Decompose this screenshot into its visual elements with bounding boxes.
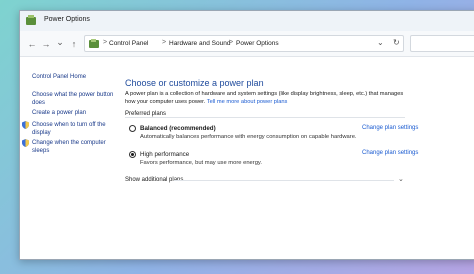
breadcrumb-separator: > [229,39,234,46]
plan-description-balanced: Automatically balances performance with … [140,134,357,140]
divider [125,117,405,118]
window-title: Power Options [44,16,90,23]
breadcrumb-power-options[interactable]: Power Options [236,40,279,47]
plan-description-high-performance: Favors performance, but may use more ene… [140,160,263,166]
shield-icon [22,139,29,147]
address-bar[interactable]: > Control Panel > Hardware and Sound > P… [84,35,404,52]
plan-name-high-performance[interactable]: High performance [140,151,189,158]
main-content: Choose or customize a power plan A power… [116,58,474,259]
sidebar-item-create-plan[interactable]: Create a power plan [32,109,86,117]
sidebar-item-power-button[interactable]: Choose what the power button does [32,91,114,107]
forward-icon[interactable]: → [40,38,52,50]
sidebar-item-turn-off-display[interactable]: Choose when to turn off the display [32,121,114,137]
back-icon[interactable]: ← [26,38,38,50]
divider [174,180,394,181]
breadcrumb-separator: > [103,39,108,46]
navigation-bar: ← → ⌄ ↑ > Control Panel > Hardware and S… [20,31,474,57]
sidebar: Control Panel Home Choose what the power… [20,58,116,259]
high-performance-radio[interactable] [129,151,136,158]
balanced-radio[interactable] [129,125,136,132]
breadcrumb-separator: > [162,39,167,46]
page-title: Choose or customize a power plan [125,78,264,88]
breadcrumb-control-panel[interactable]: Control Panel [109,40,148,47]
power-options-window: Power Options ← → ⌄ ↑ > Control Panel > … [19,10,474,260]
refresh-icon[interactable]: ↻ [393,38,400,47]
sidebar-item-control-panel-home[interactable]: Control Panel Home [32,73,86,81]
sidebar-item-computer-sleeps[interactable]: Change when the computer sleeps [32,139,114,155]
address-dropdown-icon[interactable]: ⌄ [377,38,384,47]
power-options-icon [26,15,36,25]
tell-me-more-link[interactable]: Tell me more about power plans [207,99,288,105]
chevron-down-icon[interactable]: ⌄ [398,175,404,183]
change-plan-settings-high-performance-link[interactable]: Change plan settings [362,150,418,156]
breadcrumb-hardware-and-sound[interactable]: Hardware and Sound [169,40,230,47]
chevron-down-icon[interactable]: ⌄ [54,36,66,48]
search-input[interactable] [410,35,474,52]
control-panel-icon [89,39,99,48]
change-plan-settings-balanced-link[interactable]: Change plan settings [362,125,418,131]
plan-name-balanced[interactable]: Balanced (recommended) [140,125,216,132]
up-icon[interactable]: ↑ [68,38,80,50]
shield-icon [22,121,29,129]
page-description: A power plan is a collection of hardware… [125,91,415,106]
title-bar: Power Options [20,11,474,31]
